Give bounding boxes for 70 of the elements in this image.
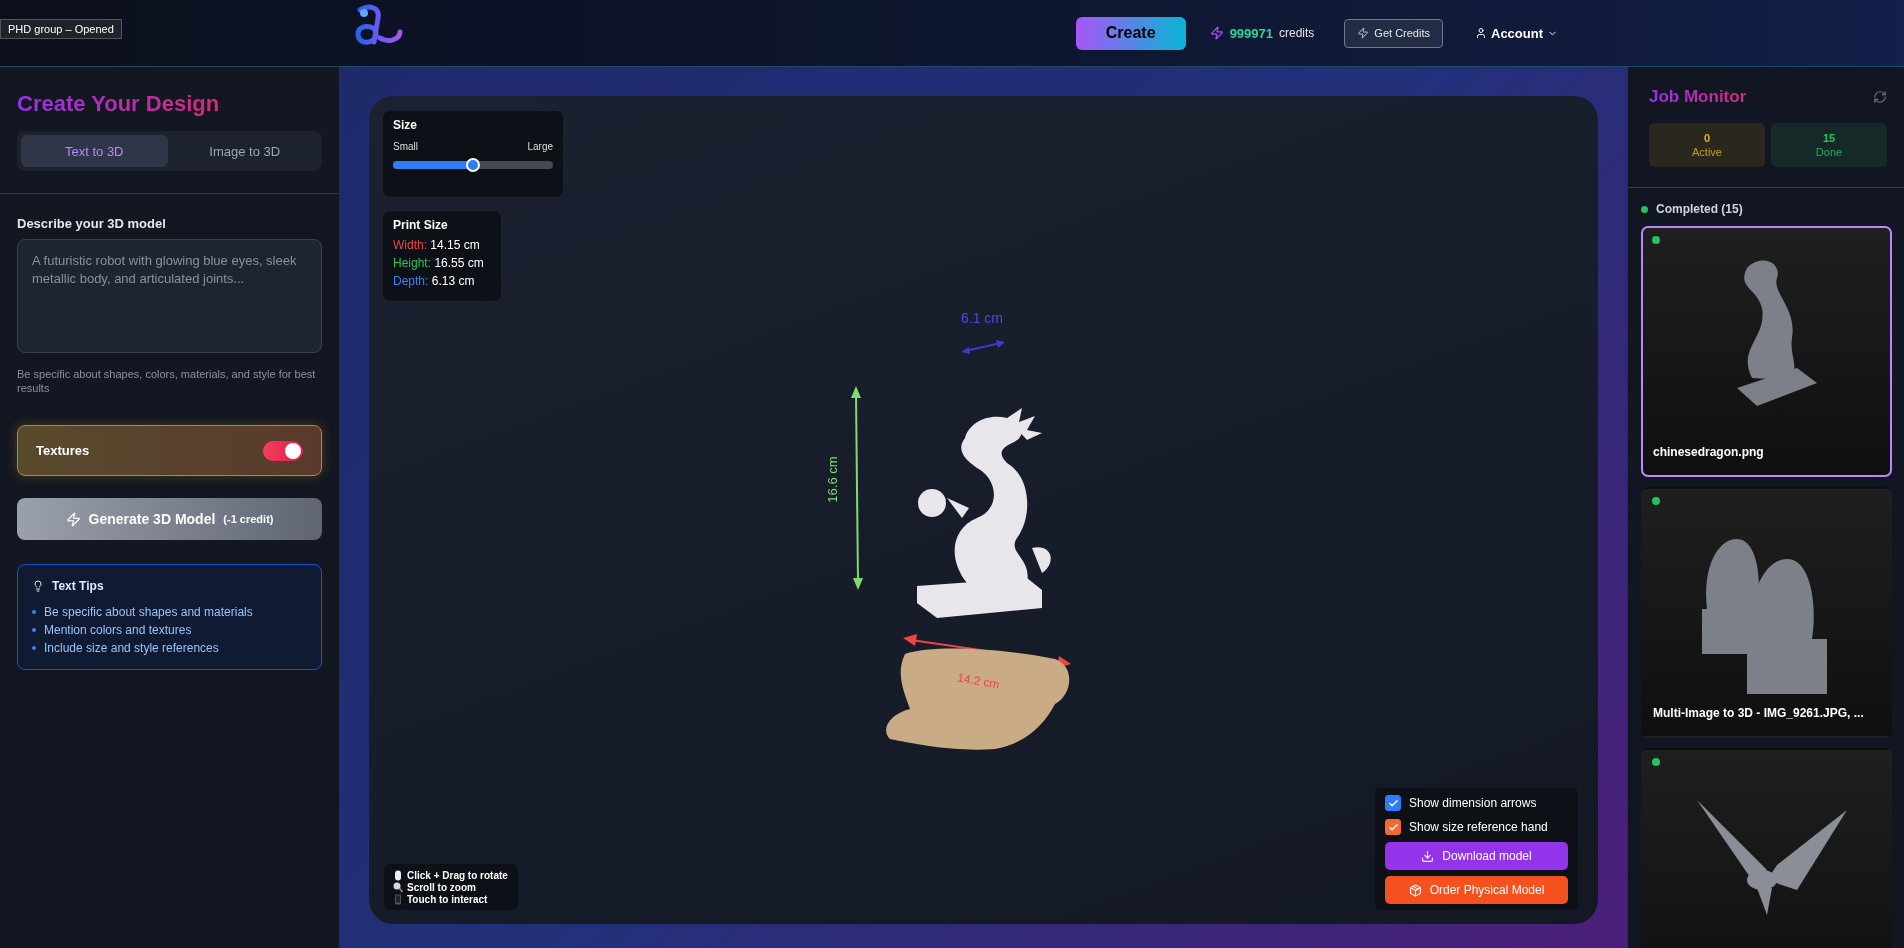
box-icon — [1408, 883, 1422, 897]
search-icon — [393, 881, 403, 893]
lightning-icon — [1209, 26, 1224, 40]
checkbox[interactable] — [1385, 795, 1401, 811]
get-credits-button[interactable]: Get Credits — [1344, 18, 1443, 48]
status-dot — [1641, 205, 1648, 213]
credits-label: credits — [1279, 26, 1315, 40]
hint-text: Scroll to zoom — [407, 881, 476, 893]
mode-tab[interactable]: Text to 3D — [21, 135, 168, 167]
tips-title: Text Tips — [52, 579, 104, 593]
depth-arrow — [961, 339, 1005, 355]
bullet-icon — [32, 646, 36, 650]
job-card[interactable]: chinesedragon.png — [1641, 226, 1892, 477]
check-icon — [1387, 821, 1399, 833]
account-menu[interactable]: Account — [1469, 24, 1564, 42]
textures-label: Textures — [36, 443, 90, 458]
job-title: chinesedragon.png — [1653, 445, 1764, 459]
dimension-row-text: Depth: 6.13 cm — [393, 273, 476, 290]
stat-label: Active — [1692, 146, 1722, 158]
lightning-icon — [1357, 27, 1370, 39]
status-dot — [1652, 497, 1660, 505]
prompt-field[interactable]: A futuristic robot with glowing blue eyes, sleek metallic body, and articulated joints... — [17, 239, 322, 353]
phone-icon — [393, 893, 403, 905]
stat-label: Done — [1815, 146, 1843, 158]
job-card[interactable]: Multi-Image to 3D - IMG_9261.JPG, ... — [1641, 487, 1892, 738]
option-label: Show size reference hand — [1409, 820, 1548, 834]
stat-value: 0 — [1703, 132, 1711, 144]
slider-thumb[interactable] — [466, 158, 480, 172]
create-button[interactable]: Create — [1075, 16, 1186, 50]
dimension-row-text: Height: 16.55 cm — [393, 255, 485, 272]
bullet-icon — [32, 610, 36, 614]
mode-tab[interactable]: Image to 3D — [171, 135, 318, 167]
refresh-icon[interactable] — [1873, 90, 1887, 104]
size-slider[interactable] — [393, 161, 553, 169]
slider-min-label: Small — [393, 141, 418, 152]
job-card[interactable] — [1641, 748, 1892, 948]
status-tag: PHD group – Opened — [0, 19, 122, 39]
order-button[interactable]: Order Physical Model — [1385, 876, 1568, 904]
status-dot — [1652, 758, 1660, 766]
model-viewer[interactable] — [369, 96, 1598, 924]
checkbox[interactable] — [1385, 819, 1401, 835]
section-title: Completed (15) — [1656, 202, 1743, 216]
status-dot — [1652, 236, 1660, 244]
lightbulb-icon — [32, 580, 44, 592]
prompt-hint: Be specific about shapes, colors, materials, and style for best results — [17, 367, 317, 395]
tip-text: Include size and style references — [44, 641, 219, 655]
lightning-icon — [65, 511, 81, 527]
option-label: Show dimension arrows — [1409, 796, 1537, 810]
prompt-label: Describe your 3D model — [17, 216, 167, 231]
height-label: 16.6 cm — [824, 456, 840, 503]
hint-text: Touch to interact — [407, 893, 488, 905]
mouse-icon — [393, 869, 403, 881]
dimension-row-text: Width: 14.15 cm — [393, 237, 481, 254]
textures-switch[interactable] — [263, 440, 303, 461]
depth-label: 6.1 cm — [961, 310, 1003, 326]
job-title: Multi-Image to 3D - IMG_9261.JPG, ... — [1653, 706, 1864, 720]
check-icon — [1387, 797, 1399, 809]
tip-text: Be specific about shapes and materials — [44, 605, 253, 619]
download-icon — [1421, 849, 1435, 863]
credits-value: 999971 — [1229, 25, 1273, 41]
hint-text: Click + Drag to rotate — [407, 869, 508, 881]
slider-max-label: Large — [527, 141, 553, 152]
print-size-title: Print Size — [393, 218, 449, 232]
tip-text: Mention colors and textures — [44, 623, 192, 637]
width-label: 14.2 cm — [956, 670, 1001, 692]
size-title: Size — [393, 118, 418, 132]
stat-value: 15 — [1822, 132, 1836, 144]
bullet-icon — [32, 628, 36, 632]
user-icon — [1475, 27, 1487, 39]
download-button[interactable]: Download model — [1385, 842, 1568, 870]
